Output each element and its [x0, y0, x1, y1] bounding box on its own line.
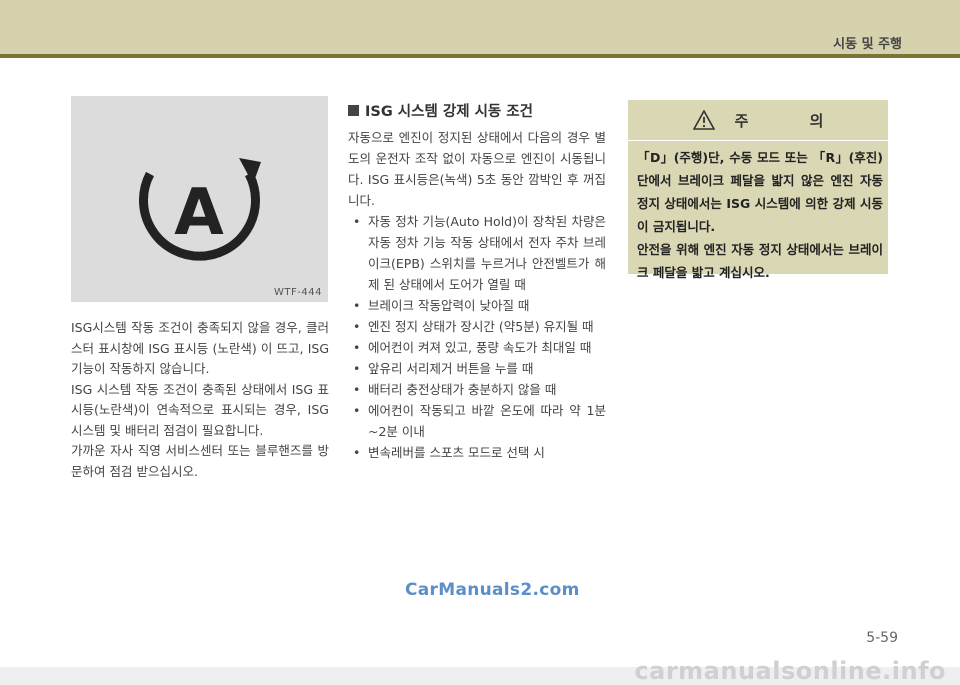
list-item: 엔진 정지 상태가 장시간 (약5분) 유지될 때	[348, 316, 606, 337]
page-number: 5-59	[866, 630, 898, 646]
left-text: ISG시스템 작동 조건이 충족되지 않을 경우, 클러스터 표시창에 ISG …	[71, 318, 329, 482]
list-item: 브레이크 작동압력이 낮아질 때	[348, 295, 606, 316]
caution-paragraph: 「D」(주행)단, 수동 모드 또는 「R」(후진)단에서 브레이크 페달을 밟…	[637, 150, 883, 234]
caution-title: 주 의	[734, 111, 852, 130]
intro-paragraph: 자동으로 엔진이 정지된 상태에서 다음의 경우 별도의 운전자 조작 없이 자…	[348, 130, 606, 208]
caution-header: 주 의	[628, 100, 888, 140]
heading-text: ISG 시스템 강제 시동 조건	[365, 104, 533, 120]
condition-list: 자동 정차 기능(Auto Hold)이 장착된 차량은 자동 정차 기능 작동…	[348, 211, 606, 463]
isg-force-start-heading: ISG 시스템 강제 시동 조건	[348, 100, 606, 121]
footer-site-watermark: carmanualsonline.info	[634, 657, 946, 685]
auto-hold-a-icon: A	[139, 158, 261, 261]
left-paragraph: ISG 시스템 작동 조건이 충족된 상태에서 ISG 표시등(노란색)이 연속…	[71, 381, 329, 438]
caution-box: 주 의 「D」(주행)단, 수동 모드 또는 「R」(후진)단에서 브레이크 페…	[628, 100, 888, 280]
section-title: 시동 및 주행	[833, 37, 902, 52]
auto-hold-letter: A	[174, 176, 224, 250]
square-bullet-icon	[348, 105, 359, 116]
warning-triangle-icon	[692, 110, 715, 130]
list-item: 자동 정차 기능(Auto Hold)이 장착된 차량은 자동 정차 기능 작동…	[348, 211, 606, 295]
caution-paragraph: 안전을 위해 엔진 자동 정지 상태에서는 브레이크 페달을 밟고 계십시오.	[637, 242, 883, 280]
caution-body: 「D」(주행)단, 수동 모드 또는 「R」(후진)단에서 브레이크 페달을 밟…	[637, 146, 883, 284]
list-item: 배터리 충전상태가 충분하지 않을 때	[348, 379, 606, 400]
list-item: 에어컨이 작동되고 바깥 온도에 따라 약 1분 ~2분 이내	[348, 400, 606, 442]
watermark-link[interactable]: CarManuals2.com	[405, 580, 580, 600]
left-paragraph: ISG시스템 작동 조건이 충족되지 않을 경우, 클러스터 표시창에 ISG …	[71, 320, 329, 376]
left-paragraph: 가까운 자사 직영 서비스센터 또는 블루핸즈를 방문하여 점검 받으십시오.	[71, 443, 329, 479]
header-band	[0, 0, 960, 54]
middle-column: ISG 시스템 강제 시동 조건 자동으로 엔진이 정지된 상태에서 다음의 경…	[348, 100, 606, 463]
list-item: 앞유리 서리제거 버튼을 누를 때	[348, 358, 606, 379]
header-divider	[0, 54, 960, 58]
figure-isg-indicator: A WTF-444	[71, 96, 328, 302]
caution-divider	[628, 140, 888, 141]
list-item: 에어컨이 켜져 있고, 풍량 속도가 최대일 때	[348, 337, 606, 358]
figure-code: WTF-444	[274, 287, 322, 298]
list-item: 변속레버를 스포츠 모드로 선택 시	[348, 442, 606, 463]
